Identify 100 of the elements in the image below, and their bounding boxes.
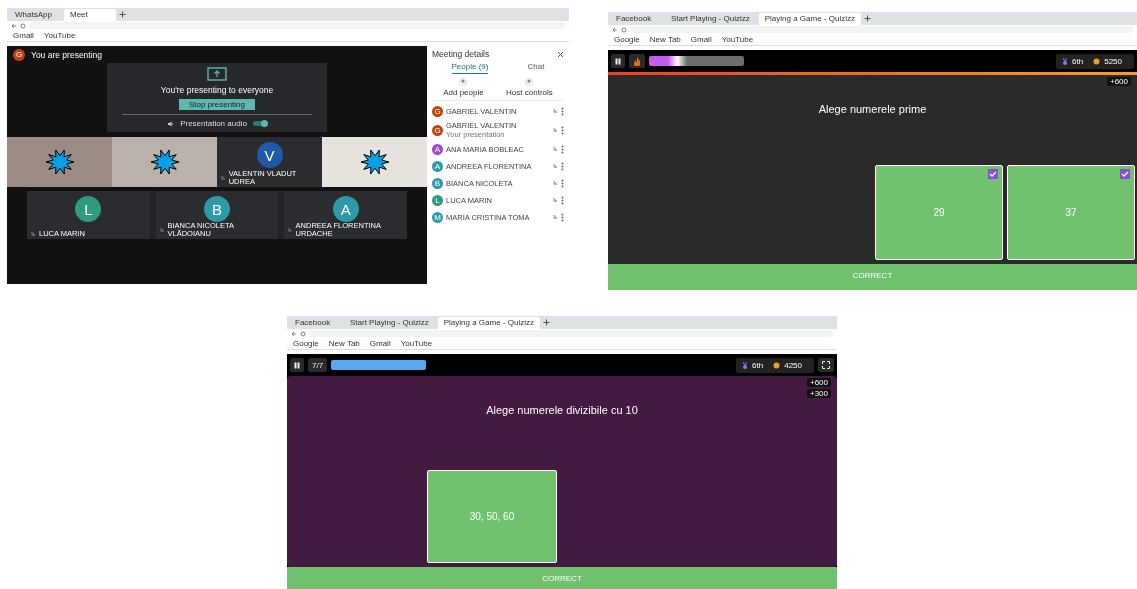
more-options-icon[interactable] [561,212,564,222]
muted-mic-icon [220,175,226,181]
rank-label: 6th [1072,56,1084,66]
more-options-icon[interactable] [561,144,564,154]
points-chip: +600 [806,378,831,387]
screen-share-icon [207,67,227,81]
more-options-icon[interactable] [561,178,564,188]
muted-mic-icon [552,163,558,169]
browser-tab[interactable]: Facebook [289,316,341,329]
bookmark-link[interactable]: YouTube [400,339,433,348]
browser-tab[interactable]: Playing a Game - Quizizz [437,316,540,329]
action-link[interactable]: Host controls [506,88,553,97]
bookmark-link[interactable]: Google [293,339,319,348]
question-counter: 7/7 [308,358,328,372]
result-banner: CORRECT [608,264,1137,290]
medal-icon [1062,57,1069,65]
browser-tab[interactable]: Start Playing - Quizizz [344,316,435,329]
points-chip: +300 [806,389,831,398]
avatar-circle: B [204,196,230,222]
muted-mic-icon [552,180,558,186]
pause-button[interactable] [611,54,625,68]
close-icon[interactable] [557,50,564,58]
muted-mic-icon [552,108,558,114]
points-chip: +600 [1106,77,1131,86]
score-label: 4250 [784,360,802,370]
muted-mic-icon [552,146,558,152]
muted-mic-icon [158,227,165,233]
bookmark-link[interactable]: Gmail [690,35,712,44]
more-options-icon[interactable] [561,161,564,171]
pause-icon [294,361,300,369]
bookmark-link[interactable]: New Tab [328,339,360,348]
pause-button[interactable] [290,358,304,372]
more-options-icon[interactable] [561,106,564,116]
score-label: 5250 [1104,56,1122,66]
answer-text: 37 [1065,207,1077,218]
browser-tab[interactable]: Facebook [610,12,662,25]
avatar-circle: A [432,143,443,155]
bookmark-link[interactable]: Google [614,35,640,44]
presenting-message: You're presenting to everyone [160,85,274,95]
browser-tab[interactable]: Start Playing - Quizizz [665,12,756,25]
avatar-circle: M [432,211,443,223]
reload-icon[interactable] [300,330,306,337]
plus-icon[interactable] [119,11,126,18]
back-arrow-icon[interactable] [612,26,618,33]
muted-mic-icon [287,227,293,233]
coin-icon [1093,57,1101,65]
rank-label: 6th [752,360,764,370]
starburst-icon [148,148,181,176]
reload-icon[interactable] [20,22,26,29]
action-link[interactable]: Add people [443,88,484,97]
fullscreen-icon [822,361,830,369]
stop-presenting-button[interactable]: Stop presenting [178,99,255,110]
result-banner: CORRECT [287,567,837,589]
more-options-icon[interactable] [561,195,564,205]
starburst-icon [43,148,76,176]
medal-icon [742,361,749,369]
plus-icon[interactable] [542,319,550,326]
panel-tab[interactable]: People (9) [451,62,489,74]
presentation-audio-label: Presentation audio [180,119,247,128]
browser-tab[interactable]: WhatsApp [9,8,61,21]
fullscreen-button[interactable] [818,358,834,372]
avatar-circle: A [332,196,359,222]
back-arrow-icon[interactable] [11,22,17,29]
muted-mic-icon [30,231,36,237]
speaker-icon [167,120,175,127]
muted-mic-icon [552,127,558,133]
flame-icon [633,56,641,66]
avatar-circle: G [432,105,443,117]
bookmark-link[interactable]: New Tab [649,35,681,44]
audio-toggle[interactable] [252,121,267,126]
avatar-circle: G [13,48,25,61]
browser-tab[interactable]: Meet [64,8,116,21]
avatar-circle: B [432,177,443,189]
panel-tab[interactable]: Chat [527,62,545,74]
back-arrow-icon[interactable] [291,330,297,337]
coin-icon [773,361,781,369]
panel-title: Meeting details [432,49,490,59]
muted-mic-icon [552,214,558,220]
bookmark-link[interactable]: Gmail [13,31,34,40]
question-text: Alege numerele divizibile cu 10 [485,404,639,416]
bookmark-link[interactable]: YouTube [43,31,76,40]
powerup-button[interactable] [629,54,645,68]
avatar-circle: L [432,194,443,206]
answer-text: 29 [933,207,945,218]
browser-tab[interactable]: Playing a Game - Quizizz [758,12,861,25]
avatar-circle: A [432,160,443,172]
bookmark-link[interactable]: YouTube [721,35,754,44]
starburst-icon [358,148,391,176]
more-options-icon[interactable] [561,125,564,135]
presenting-label: You are presenting [31,49,103,60]
question-text: Alege numerele prime [817,103,928,115]
plus-icon[interactable] [863,15,871,22]
avatar-circle: V [256,142,283,168]
reload-icon[interactable] [621,26,627,33]
muted-mic-icon [552,197,558,203]
bookmark-link[interactable]: Gmail [369,339,391,348]
avatar-circle: G [432,124,443,136]
answer-text: 30, 50, 60 [469,511,515,522]
pause-icon [615,57,621,65]
avatar-circle: L [75,196,102,222]
